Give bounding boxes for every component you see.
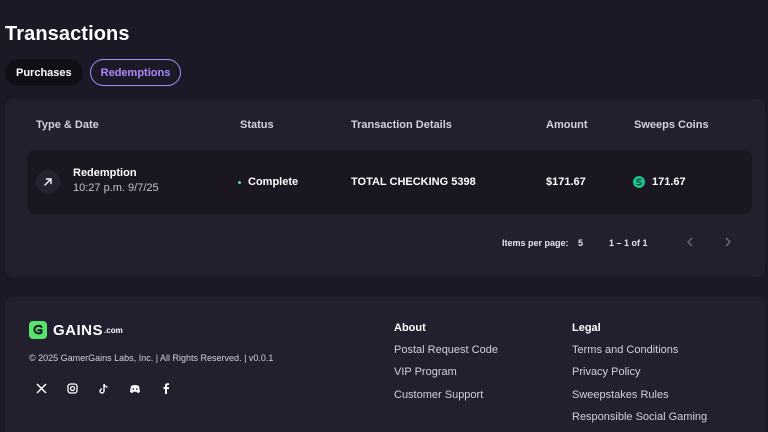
- x-icon[interactable]: [35, 382, 48, 395]
- column-header-details: Transaction Details: [351, 119, 452, 131]
- transaction-tabs: Purchases Redemptions: [5, 59, 182, 86]
- transactions-table-card: Type & Date Status Transaction Details A…: [5, 99, 765, 277]
- gains-logo[interactable]: GAINS .com: [29, 321, 123, 339]
- chevron-left-icon[interactable]: [683, 235, 697, 249]
- social-links: [35, 382, 172, 395]
- footer-link-sweepstakes-rules[interactable]: Sweepstakes Rules: [572, 389, 669, 401]
- site-footer: GAINS .com © 2025 GamerGains Labs, Inc. …: [5, 297, 765, 432]
- logo-suffix: .com: [104, 325, 123, 335]
- items-per-page-select[interactable]: 5: [578, 238, 583, 248]
- column-header-sweeps-coins: Sweeps Coins: [634, 119, 709, 131]
- column-header-status: Status: [240, 119, 274, 131]
- footer-about-heading: About: [394, 322, 426, 334]
- status-dot-icon: [238, 181, 241, 184]
- discord-icon[interactable]: [128, 382, 141, 395]
- footer-link-vip-program[interactable]: VIP Program: [394, 366, 457, 378]
- logo-text: GAINS: [53, 321, 104, 339]
- pagination-range: 1 – 1 of 1: [609, 238, 648, 248]
- footer-legal-heading: Legal: [572, 322, 601, 334]
- table-row[interactable]: Redemption 10:27 p.m. 9/7/25 Complete TO…: [27, 150, 752, 214]
- footer-link-customer-support[interactable]: Customer Support: [394, 389, 483, 401]
- page-title: Transactions: [5, 23, 130, 45]
- items-per-page-label: Items per page:: [502, 238, 569, 248]
- column-header-type-date: Type & Date: [36, 119, 99, 131]
- status-text: Complete: [248, 176, 299, 188]
- gains-logo-icon: [29, 321, 47, 339]
- sweeps-coins-value: 171.67: [652, 176, 686, 188]
- instagram-icon[interactable]: [66, 382, 79, 395]
- arrow-up-right-icon: [36, 170, 60, 194]
- footer-link-privacy[interactable]: Privacy Policy: [572, 366, 640, 378]
- column-header-amount: Amount: [546, 119, 588, 131]
- table-header: Type & Date Status Transaction Details A…: [5, 119, 765, 133]
- tiktok-icon[interactable]: [97, 382, 110, 395]
- chevron-right-icon[interactable]: [721, 235, 735, 249]
- tab-purchases[interactable]: Purchases: [5, 59, 83, 86]
- footer-link-responsible-gaming[interactable]: Responsible Social Gaming: [572, 411, 707, 423]
- transactions-page: Transactions Purchases Redemptions Type …: [0, 0, 768, 432]
- transaction-date: 10:27 p.m. 9/7/25: [73, 182, 159, 194]
- copyright-text: © 2025 GamerGains Labs, Inc. | All Right…: [29, 353, 274, 363]
- sweeps-coin-icon: [633, 176, 645, 188]
- transaction-type: Redemption: [73, 167, 137, 179]
- footer-link-terms[interactable]: Terms and Conditions: [572, 344, 678, 356]
- transaction-amount: $171.67: [546, 176, 586, 188]
- facebook-icon[interactable]: [159, 382, 172, 395]
- transaction-details: TOTAL CHECKING 5398: [351, 176, 476, 188]
- tab-redemptions[interactable]: Redemptions: [89, 59, 182, 86]
- footer-link-postal-request-code[interactable]: Postal Request Code: [394, 344, 498, 356]
